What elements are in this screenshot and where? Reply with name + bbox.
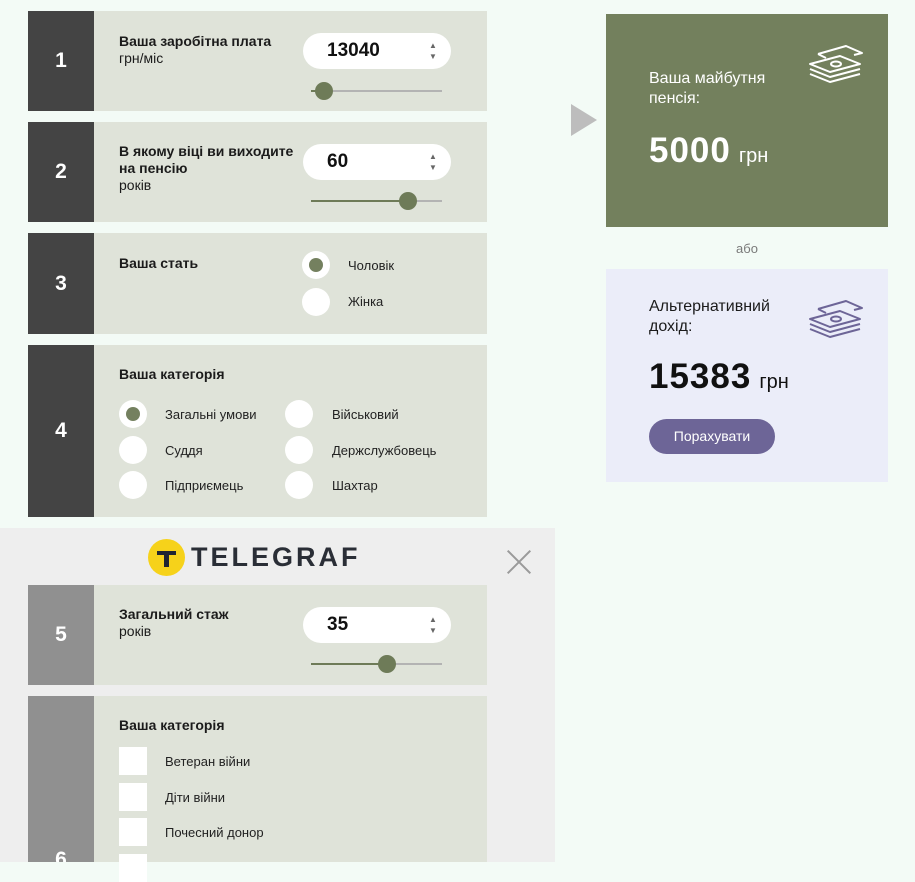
alternative-title: Альтернативний дохід: bbox=[649, 298, 770, 335]
experience-card: 5 Загальний стаж років 35 ▲ ▼ bbox=[28, 585, 487, 685]
pension-currency: грн bbox=[738, 145, 769, 167]
category-radio-miner[interactable] bbox=[285, 471, 313, 499]
play-arrow-icon bbox=[571, 104, 597, 136]
age-slider-thumb[interactable] bbox=[398, 192, 417, 210]
category-label-general: Загальні умови bbox=[165, 407, 257, 422]
checkbox-label-donor: Почесний донор bbox=[165, 825, 264, 840]
experience-title: Загальний стаж bbox=[119, 606, 229, 622]
checkbox-donor[interactable] bbox=[119, 818, 147, 846]
gender-label-male: Чоловік bbox=[348, 258, 395, 273]
telegraf-logo[interactable]: TELEGRAF bbox=[148, 538, 361, 576]
telegraf-logo-icon bbox=[148, 538, 185, 576]
or-divider: або bbox=[736, 241, 758, 256]
alternative-value: 15383 bbox=[649, 357, 752, 396]
logo-text: TELEGRAF bbox=[191, 541, 361, 572]
money-stack-icon bbox=[809, 300, 863, 338]
gender-radio-female[interactable] bbox=[302, 288, 330, 316]
step-number-4: 4 bbox=[28, 345, 94, 517]
age-title: В якому віці ви виходите на пенсію bbox=[119, 143, 294, 176]
salary-value[interactable]: 13040 bbox=[327, 33, 380, 69]
close-icon[interactable] bbox=[505, 548, 533, 576]
pension-result-panel: Ваша майбутня пенсія: 5000 грн bbox=[606, 14, 888, 227]
pension-title: Ваша майбутня пенсія: bbox=[649, 70, 766, 107]
step-number-3: 3 bbox=[28, 233, 94, 334]
stepper-arrows-icon[interactable]: ▲ ▼ bbox=[428, 151, 438, 173]
age-unit: років bbox=[119, 177, 152, 193]
step-number-6-text: 6 bbox=[55, 848, 67, 862]
checkbox-label-war-children: Діти війни bbox=[165, 790, 226, 805]
checkbox-war-children[interactable] bbox=[119, 783, 147, 811]
stepper-arrows-icon[interactable]: ▲ ▼ bbox=[428, 40, 438, 62]
salary-stepper[interactable]: 13040 ▲ ▼ bbox=[303, 33, 451, 69]
category-radio-military[interactable] bbox=[285, 400, 313, 428]
experience-unit: років bbox=[119, 623, 152, 639]
age-card: 2 В якому віці ви виходите на пенсію рок… bbox=[28, 122, 487, 222]
experience-value[interactable]: 35 bbox=[327, 607, 348, 643]
pension-amount: 5000 грн bbox=[649, 131, 768, 171]
salary-slider-thumb[interactable] bbox=[315, 82, 334, 100]
step-number-5: 5 bbox=[28, 585, 94, 685]
checkbox-label-veteran: Ветеран війни bbox=[165, 754, 251, 769]
experience-question: Загальний стаж років bbox=[119, 606, 229, 640]
pension-value: 5000 bbox=[649, 131, 731, 170]
salary-slider[interactable] bbox=[311, 82, 442, 100]
category-label-entrepreneur: Підприємець bbox=[165, 478, 244, 493]
category2-card: 6 Ваша категорія Ветеран війни Діти війн… bbox=[28, 696, 487, 882]
category-radio-general[interactable] bbox=[119, 400, 147, 428]
step-number-2: 2 bbox=[28, 122, 94, 222]
category-question: Ваша категорія bbox=[119, 366, 225, 383]
experience-slider-thumb[interactable] bbox=[377, 655, 396, 673]
category-label-judge: Суддя bbox=[165, 443, 203, 458]
salary-question: Ваша заробітна плата грн/міс bbox=[119, 33, 271, 67]
category-radio-entrepreneur[interactable] bbox=[119, 471, 147, 499]
category-label-military: Військовий bbox=[332, 407, 399, 422]
calculate-button[interactable]: Порахувати bbox=[649, 419, 775, 454]
age-slider[interactable] bbox=[311, 192, 442, 210]
age-value[interactable]: 60 bbox=[327, 144, 348, 180]
salary-card: 1 Ваша заробітна плата грн/міс 13040 ▲ ▼ bbox=[28, 11, 487, 111]
category-label-miner: Шахтар bbox=[332, 478, 378, 493]
category-radio-judge[interactable] bbox=[119, 436, 147, 464]
age-question: В якому віці ви виходите на пенсію років bbox=[119, 143, 299, 194]
age-stepper[interactable]: 60 ▲ ▼ bbox=[303, 144, 451, 180]
category-radio-civil-servant[interactable] bbox=[285, 436, 313, 464]
stepper-arrows-icon[interactable]: ▲ ▼ bbox=[428, 614, 438, 636]
alternative-currency: грн bbox=[759, 371, 789, 393]
salary-title: Ваша заробітна плата bbox=[119, 33, 272, 49]
gender-title: Ваша стать bbox=[119, 255, 199, 271]
gender-label-female: Жінка bbox=[348, 294, 384, 309]
step-number-6: 6 bbox=[28, 696, 94, 862]
experience-stepper[interactable]: 35 ▲ ▼ bbox=[303, 607, 451, 643]
gender-question: Ваша стать bbox=[119, 255, 198, 272]
category2-question: Ваша категорія bbox=[119, 717, 225, 734]
experience-slider[interactable] bbox=[311, 655, 442, 673]
alternative-amount: 15383 грн bbox=[649, 357, 789, 397]
alternative-panel: Альтернативний дохід: 15383 грн Порахуват… bbox=[606, 269, 888, 482]
category-title: Ваша категорія bbox=[119, 366, 225, 382]
category2-title: Ваша категорія bbox=[119, 717, 225, 733]
checkbox-next[interactable] bbox=[119, 854, 147, 882]
gender-radio-male[interactable] bbox=[302, 251, 330, 279]
checkbox-veteran[interactable] bbox=[119, 747, 147, 775]
step-number-1: 1 bbox=[28, 11, 94, 111]
category-card: 4 Ваша категорія Загальні умови Військов… bbox=[28, 345, 487, 517]
gender-card: 3 Ваша стать Чоловік Жінка bbox=[28, 233, 487, 334]
money-stack-icon bbox=[809, 45, 863, 83]
category-label-civil-servant: Держслужбовець bbox=[332, 443, 437, 458]
salary-unit: грн/міс bbox=[119, 50, 164, 66]
